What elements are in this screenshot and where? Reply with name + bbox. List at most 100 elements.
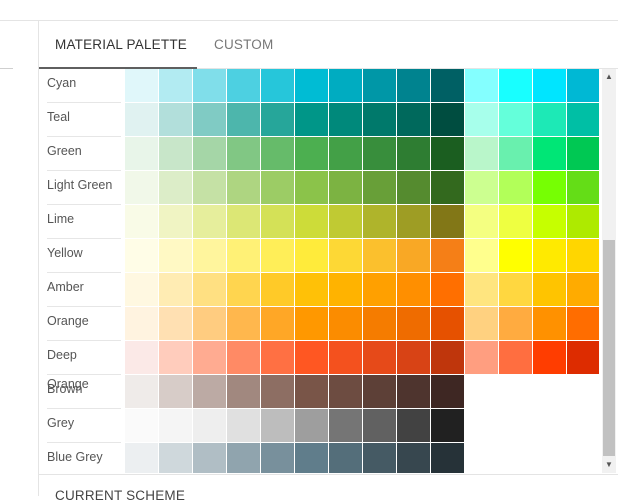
color-swatch[interactable]	[295, 171, 329, 204]
color-swatch[interactable]	[227, 375, 261, 408]
color-swatch[interactable]	[397, 205, 431, 238]
color-swatch[interactable]	[567, 205, 600, 238]
color-swatch[interactable]	[533, 103, 567, 136]
color-swatch[interactable]	[465, 171, 499, 204]
color-swatch[interactable]	[193, 69, 227, 102]
color-swatch[interactable]	[295, 307, 329, 340]
color-swatch[interactable]	[431, 273, 465, 306]
color-swatch[interactable]	[499, 341, 533, 374]
color-swatch[interactable]	[397, 307, 431, 340]
color-swatch[interactable]	[533, 69, 567, 102]
color-swatch[interactable]	[431, 307, 465, 340]
color-swatch[interactable]	[397, 137, 431, 170]
color-swatch[interactable]	[227, 273, 261, 306]
color-swatch[interactable]	[465, 137, 499, 170]
color-swatch[interactable]	[397, 171, 431, 204]
color-swatch[interactable]	[295, 409, 329, 442]
color-swatch[interactable]	[397, 409, 431, 442]
scroll-up-arrow-icon[interactable]: ▲	[602, 70, 616, 84]
color-swatch[interactable]	[159, 171, 193, 204]
color-swatch[interactable]	[125, 273, 159, 306]
color-swatch[interactable]	[465, 103, 499, 136]
color-swatch[interactable]	[159, 409, 193, 442]
color-swatch[interactable]	[125, 69, 159, 102]
color-swatch[interactable]	[397, 273, 431, 306]
color-swatch[interactable]	[295, 137, 329, 170]
color-swatch[interactable]	[261, 137, 295, 170]
color-swatch[interactable]	[465, 205, 499, 238]
color-swatch[interactable]	[125, 409, 159, 442]
color-swatch[interactable]	[227, 443, 261, 473]
color-swatch[interactable]	[261, 205, 295, 238]
color-swatch[interactable]	[227, 171, 261, 204]
color-swatch[interactable]	[125, 103, 159, 136]
color-swatch[interactable]	[363, 341, 397, 374]
tab-material-palette[interactable]: MATERIAL PALETTE	[39, 21, 197, 69]
color-swatch[interactable]	[193, 205, 227, 238]
color-swatch[interactable]	[227, 137, 261, 170]
color-swatch[interactable]	[227, 341, 261, 374]
color-swatch[interactable]	[329, 205, 363, 238]
color-swatch[interactable]	[193, 307, 227, 340]
color-swatch[interactable]	[567, 171, 600, 204]
color-swatch[interactable]	[295, 103, 329, 136]
color-swatch[interactable]	[329, 341, 363, 374]
color-swatch[interactable]	[261, 69, 295, 102]
color-swatch[interactable]	[533, 171, 567, 204]
color-swatch[interactable]	[431, 443, 465, 473]
color-swatch[interactable]	[363, 273, 397, 306]
color-swatch[interactable]	[125, 137, 159, 170]
color-swatch[interactable]	[397, 103, 431, 136]
color-swatch[interactable]	[261, 171, 295, 204]
color-swatch[interactable]	[329, 171, 363, 204]
color-swatch[interactable]	[159, 375, 193, 408]
color-swatch[interactable]	[193, 375, 227, 408]
color-swatch[interactable]	[295, 205, 329, 238]
color-swatch[interactable]	[261, 103, 295, 136]
color-swatch[interactable]	[295, 375, 329, 408]
color-swatch[interactable]	[567, 239, 600, 272]
color-swatch[interactable]	[431, 171, 465, 204]
color-swatch[interactable]	[227, 205, 261, 238]
color-swatch[interactable]	[431, 103, 465, 136]
color-swatch[interactable]	[431, 137, 465, 170]
color-swatch[interactable]	[363, 171, 397, 204]
color-swatch[interactable]	[499, 239, 533, 272]
color-swatch[interactable]	[431, 239, 465, 272]
scroll-down-arrow-icon[interactable]: ▼	[602, 458, 616, 472]
color-swatch[interactable]	[193, 341, 227, 374]
color-swatch[interactable]	[159, 341, 193, 374]
color-swatch[interactable]	[261, 239, 295, 272]
color-swatch[interactable]	[125, 171, 159, 204]
color-swatch[interactable]	[159, 205, 193, 238]
color-swatch[interactable]	[363, 239, 397, 272]
color-swatch[interactable]	[193, 443, 227, 473]
color-swatch[interactable]	[465, 69, 499, 102]
scrollbar-thumb[interactable]	[603, 240, 615, 456]
color-swatch[interactable]	[499, 307, 533, 340]
color-swatch[interactable]	[193, 273, 227, 306]
color-swatch[interactable]	[193, 103, 227, 136]
color-swatch[interactable]	[261, 443, 295, 473]
color-swatch[interactable]	[499, 273, 533, 306]
color-swatch[interactable]	[159, 137, 193, 170]
color-swatch[interactable]	[397, 443, 431, 473]
color-swatch[interactable]	[465, 307, 499, 340]
color-swatch[interactable]	[125, 375, 159, 408]
color-swatch[interactable]	[295, 341, 329, 374]
color-swatch[interactable]	[567, 307, 600, 340]
color-swatch[interactable]	[227, 307, 261, 340]
color-swatch[interactable]	[227, 239, 261, 272]
color-swatch[interactable]	[295, 239, 329, 272]
color-swatch[interactable]	[125, 239, 159, 272]
color-swatch[interactable]	[329, 239, 363, 272]
tab-custom[interactable]: CUSTOM	[214, 21, 273, 68]
color-swatch[interactable]	[159, 239, 193, 272]
color-swatch[interactable]	[533, 137, 567, 170]
color-swatch[interactable]	[431, 341, 465, 374]
color-swatch[interactable]	[533, 205, 567, 238]
color-swatch[interactable]	[227, 69, 261, 102]
color-swatch[interactable]	[295, 273, 329, 306]
color-swatch[interactable]	[363, 409, 397, 442]
color-swatch[interactable]	[125, 341, 159, 374]
